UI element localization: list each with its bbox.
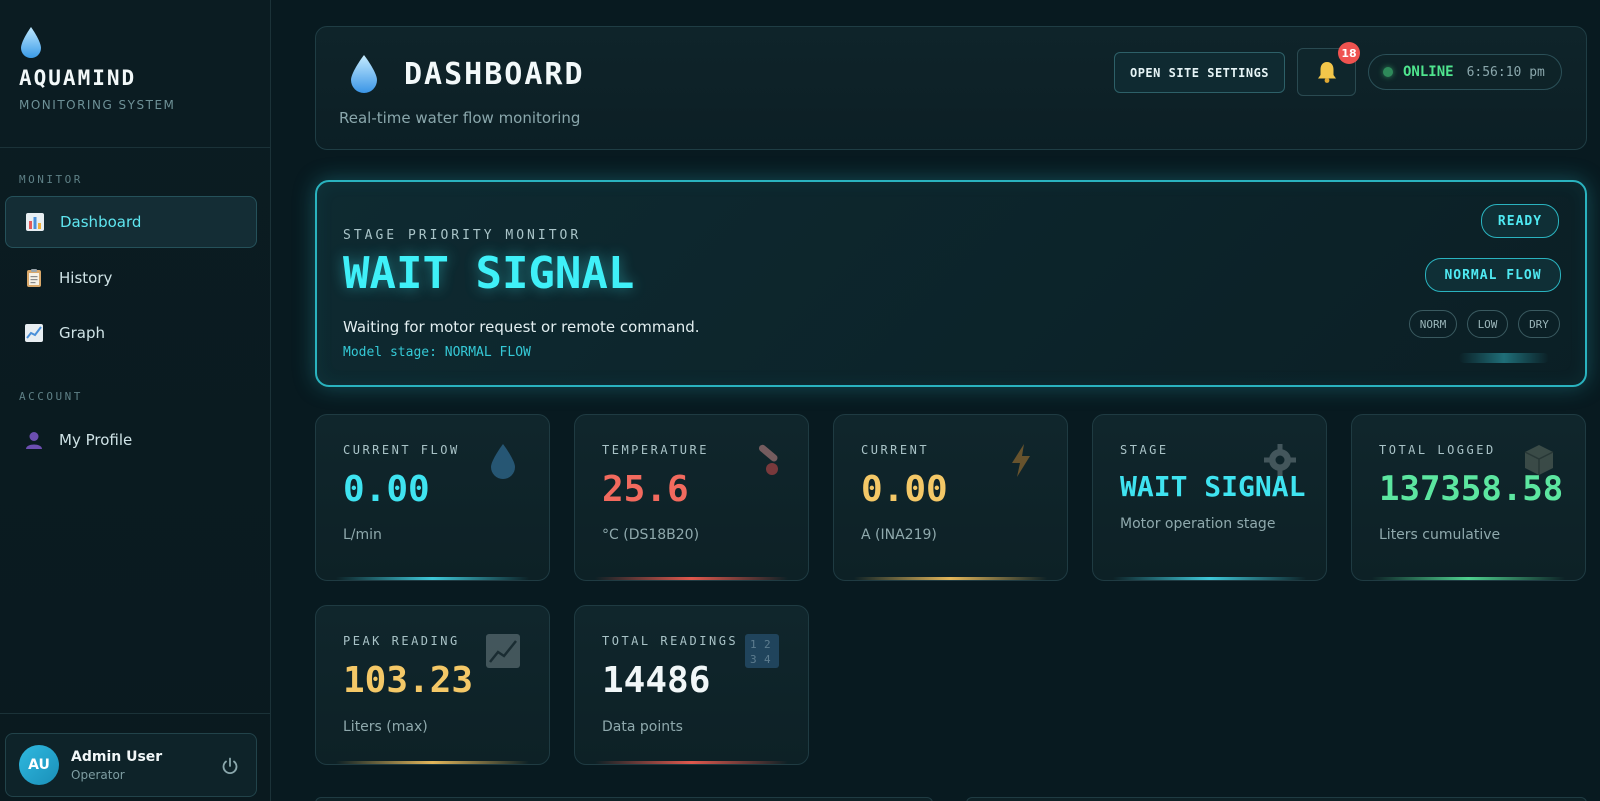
- stage-indicator-bar: [1459, 353, 1549, 363]
- line-chart-icon: [23, 322, 45, 344]
- user-name: Admin User: [71, 748, 163, 765]
- numbers-icon: 1 23 4: [745, 634, 779, 668]
- metric-label: TOTAL LOGGED: [1379, 443, 1496, 457]
- normal-flow-chip: NORMAL FLOW: [1425, 258, 1561, 292]
- notifications-button[interactable]: 18: [1297, 42, 1360, 96]
- stage-chip-low: LOW: [1467, 310, 1508, 338]
- sidebar-item-label: Graph: [59, 324, 106, 342]
- user-icon: [23, 429, 45, 451]
- svg-text:3: 3: [750, 653, 757, 666]
- metric-unit: Motor operation stage: [1120, 516, 1276, 532]
- power-icon[interactable]: [220, 756, 240, 776]
- thermometer-icon: [758, 444, 778, 475]
- metric-card-temperature: TEMPERATURE 25.6 °C (DS18B20): [574, 414, 809, 581]
- svg-text:4: 4: [764, 653, 771, 666]
- metric-value: 103.23: [343, 660, 474, 701]
- card-accent-line: [1372, 577, 1565, 580]
- bell-icon: [1317, 62, 1336, 83]
- stage-monitor-label: STAGE PRIORITY MONITOR: [343, 228, 582, 243]
- sidebar-item-history[interactable]: History: [5, 252, 257, 304]
- sidebar-item-dashboard[interactable]: Dashboard: [5, 196, 257, 248]
- metric-card-current: CURRENT 0.00 A (INA219): [833, 414, 1068, 581]
- stage-chip-dry: DRY: [1518, 310, 1560, 338]
- clipboard-icon: [23, 267, 45, 289]
- section-account: ACCOUNT: [19, 390, 83, 403]
- ready-chip: READY: [1481, 204, 1559, 238]
- metric-value: 25.6: [602, 469, 689, 510]
- status-time: 6:56:10 pm: [1466, 64, 1545, 80]
- model-stage-prefix: Model stage:: [343, 345, 437, 360]
- notification-badge: 18: [1338, 42, 1360, 64]
- metric-card-peak-reading: PEAK READING 103.23 Liters (max): [315, 605, 550, 765]
- card-accent-line: [1113, 577, 1306, 580]
- metric-unit: Liters (max): [343, 719, 428, 735]
- metric-unit: Liters cumulative: [1379, 527, 1501, 543]
- page-title: DASHBOARD: [404, 57, 585, 92]
- sidebar-divider: [0, 713, 270, 714]
- sidebar-item-graph[interactable]: Graph: [5, 307, 257, 359]
- card-accent-line: [854, 577, 1047, 580]
- status-dot: [1383, 67, 1393, 77]
- user-info: Admin User Operator: [71, 749, 162, 782]
- model-stage: Model stage: NORMAL FLOW: [343, 345, 531, 360]
- status-label: ONLINE: [1403, 64, 1454, 80]
- metric-label: CURRENT FLOW: [343, 443, 460, 457]
- sidebar-item-label: My Profile: [59, 431, 133, 449]
- box-icon: [1524, 445, 1554, 475]
- stage-monitor-description: Waiting for motor request or remote comm…: [343, 318, 700, 336]
- metric-unit: L/min: [343, 527, 382, 543]
- metric-card-total-logged: TOTAL LOGGED 137358.58 Liters cumulative: [1351, 414, 1586, 581]
- bottom-panel-right: [966, 797, 1587, 801]
- avatar[interactable]: AU: [19, 745, 59, 785]
- water-drop-icon: [491, 444, 515, 479]
- card-accent-line: [595, 577, 788, 580]
- metric-label: TEMPERATURE: [602, 443, 709, 457]
- stage-chip-norm: NORM: [1409, 310, 1457, 338]
- brand: AQUAMIND MONITORING SYSTEM: [19, 26, 175, 112]
- metric-value: 0.00: [343, 469, 430, 510]
- metric-unit: A (INA219): [861, 527, 937, 543]
- svg-text:2: 2: [764, 638, 771, 651]
- lightning-icon: [1012, 444, 1030, 477]
- sidebar-item-label: History: [59, 269, 113, 287]
- sidebar-item-label: Dashboard: [60, 213, 142, 231]
- connection-status: ONLINE 6:56:10 pm: [1368, 54, 1562, 90]
- user-role: Operator: [71, 767, 125, 782]
- metric-label: PEAK READING: [343, 634, 460, 648]
- header: DASHBOARD Real-time water flow monitorin…: [315, 26, 1587, 150]
- user-card: AU Admin User Operator: [5, 733, 257, 797]
- brand-subtitle: MONITORING SYSTEM: [19, 98, 176, 112]
- card-accent-line: [336, 577, 529, 580]
- sidebar: AQUAMIND MONITORING SYSTEM MONITOR Dashb…: [0, 0, 271, 801]
- trend-chart-icon: [486, 634, 520, 668]
- brand-name: AQUAMIND: [19, 66, 137, 90]
- water-drop-icon: [351, 55, 377, 93]
- metric-value: 14486: [602, 660, 711, 701]
- metric-label: CURRENT: [861, 443, 930, 457]
- page-subtitle: Real-time water flow monitoring: [339, 109, 581, 127]
- metric-card-total-readings: TOTAL READINGS 14486 Data points 1234: [574, 605, 809, 765]
- metric-label: TOTAL READINGS: [602, 634, 739, 648]
- section-monitor: MONITOR: [19, 173, 83, 186]
- svg-text:1: 1: [750, 638, 757, 651]
- open-site-settings-button[interactable]: OPEN SITE SETTINGS: [1114, 52, 1285, 93]
- sidebar-divider: [0, 147, 270, 148]
- sidebar-item-my-profile[interactable]: My Profile: [5, 414, 257, 466]
- water-drop-icon: [21, 27, 41, 58]
- gear-icon: [1264, 444, 1296, 476]
- metric-card-current-flow: CURRENT FLOW 0.00 L/min: [315, 414, 550, 581]
- model-stage-value: NORMAL FLOW: [444, 345, 531, 360]
- bar-chart-icon: [24, 211, 46, 233]
- metric-unit: °C (DS18B20): [602, 527, 700, 543]
- metric-value: 0.00: [861, 469, 948, 510]
- card-accent-line: [595, 761, 788, 764]
- stage-priority-monitor: STAGE PRIORITY MONITOR WAIT SIGNAL Waiti…: [315, 180, 1587, 387]
- metric-unit: Data points: [602, 719, 683, 735]
- bottom-panel-left: [315, 797, 933, 801]
- stage-monitor-value: WAIT SIGNAL: [343, 248, 635, 299]
- card-accent-line: [336, 761, 529, 764]
- metric-label: STAGE: [1120, 443, 1169, 457]
- metric-card-stage: STAGE WAIT SIGNAL Motor operation stage: [1092, 414, 1327, 581]
